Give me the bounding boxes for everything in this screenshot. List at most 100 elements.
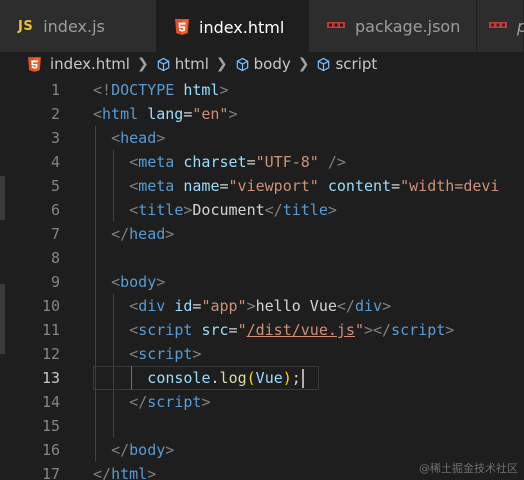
npm-icon (489, 22, 507, 30)
breadcrumb-label: index.html (50, 55, 130, 73)
code-token: div (354, 297, 383, 315)
code-token: < (111, 273, 121, 291)
code-text: <html lang="en"> (93, 102, 238, 126)
tab-index-js[interactable]: JS index.js (0, 0, 157, 52)
line-number: 4 (50, 153, 60, 171)
code-line[interactable]: 15 (0, 414, 524, 438)
code-token: </ (336, 297, 355, 315)
breadcrumb-body[interactable]: body (235, 55, 291, 73)
cube-icon (236, 57, 248, 71)
code-token: "viewport" (228, 177, 319, 195)
code-line[interactable]: 12 <script> (0, 342, 524, 366)
code-token: name (183, 177, 220, 195)
cube-icon (157, 57, 169, 71)
code-token: html (111, 465, 148, 480)
code-text: <!DOCTYPE html> (93, 78, 228, 102)
code-token: body (120, 273, 157, 291)
code-token: > (228, 105, 238, 123)
code-line[interactable]: 5 <meta name="viewport" content="width=de… (0, 174, 524, 198)
code-token: = (183, 105, 193, 123)
code-token: " (354, 321, 364, 339)
code-token: ( (246, 369, 256, 387)
tab-label: index.html (199, 17, 285, 37)
tab-label: p (517, 17, 524, 36)
code-token: " (237, 321, 247, 339)
breadcrumb-label: html (174, 55, 209, 73)
tab-package-json[interactable]: package.json (309, 0, 477, 52)
code-line[interactable]: 3 <head> (0, 126, 524, 150)
code-line[interactable]: 7 </head> (0, 222, 524, 246)
code-editor[interactable]: 1 <!DOCTYPE html> 2 <html lang="en"> 3 <head>… (0, 76, 524, 480)
code-line[interactable]: 13 console.log(Vue); (0, 366, 524, 390)
code-token: < (111, 129, 121, 147)
code-token: console (147, 369, 211, 387)
code-token: > (156, 129, 166, 147)
watermark: @稀土掘金技术社区 (419, 462, 518, 475)
code-token: head (129, 225, 166, 243)
text-cursor (301, 369, 304, 388)
code-text: <script> (129, 342, 201, 366)
line-number: 13 (41, 369, 60, 387)
code-token: id (174, 297, 193, 315)
code-token: charset (183, 153, 247, 171)
line-number: 11 (41, 321, 60, 339)
line-number: 14 (41, 393, 60, 411)
line-number: 8 (50, 249, 60, 267)
code-line[interactable]: 4 <meta charset="UTF-8" /> (0, 150, 524, 174)
line-number: 1 (50, 81, 60, 99)
line-number: 6 (50, 201, 60, 219)
breadcrumb-script[interactable]: script (316, 55, 377, 73)
code-token: > (382, 297, 392, 315)
code-line[interactable]: 8 (0, 246, 524, 270)
indent-guide (131, 366, 133, 390)
code-token: lang (147, 105, 184, 123)
breadcrumb-label: script (335, 55, 378, 73)
code-token: > (201, 393, 211, 411)
code-token: </ (111, 441, 130, 459)
code-text: <meta name="viewport" content="width=dev… (129, 174, 499, 198)
code-token: "en" (192, 105, 229, 123)
code-token: src (201, 321, 229, 339)
code-line[interactable]: 1 <!DOCTYPE html> (0, 78, 524, 102)
breadcrumb-html[interactable]: html (156, 55, 209, 73)
code-line[interactable]: 11 <script src="/dist/vue.js"></script> (0, 318, 524, 342)
indent-guide (113, 294, 115, 438)
code-token: title (138, 201, 184, 219)
code-text: </script> (129, 390, 210, 414)
code-line[interactable]: 6 <title>Document</title> (0, 198, 524, 222)
npm-icon (327, 22, 345, 30)
code-text: <meta charset="UTF-8" /> (129, 150, 346, 174)
code-token: /> (327, 153, 346, 171)
code-token: head (120, 129, 157, 147)
code-token: > (165, 441, 175, 459)
code-token: Vue (255, 369, 283, 387)
code-token: < (129, 321, 139, 339)
breadcrumb-file[interactable]: index.html (28, 55, 130, 73)
code-token: < (129, 177, 139, 195)
code-token: < (129, 201, 139, 219)
code-line[interactable]: 14 </script> (0, 390, 524, 414)
code-text: </head> (111, 222, 174, 246)
indent-guide (113, 150, 115, 222)
code-token: ) (282, 369, 292, 387)
tab-overflow[interactable]: p (477, 0, 524, 52)
line-number: 9 (50, 273, 60, 291)
code-line[interactable]: 9 <body> (0, 270, 524, 294)
line-number: 15 (41, 417, 60, 435)
chevron-right-icon: ❯ (215, 56, 228, 72)
chevron-right-icon: ❯ (297, 56, 310, 72)
tab-index-html[interactable]: index.html (157, 0, 309, 52)
code-text: <head> (111, 126, 165, 150)
line-number: 5 (50, 177, 60, 195)
code-text: console.log(Vue); (147, 366, 304, 390)
code-line[interactable]: 10 <div id="app">hello Vue</div> (0, 294, 524, 318)
code-token: Document (192, 201, 265, 219)
code-line[interactable]: 16 </body> (0, 438, 524, 462)
code-text: </html> (93, 462, 156, 480)
code-token: log (219, 369, 247, 387)
code-token: ></ (364, 321, 392, 339)
line-number: 10 (41, 297, 60, 315)
code-line[interactable]: 2 <html lang="en"> (0, 102, 524, 126)
